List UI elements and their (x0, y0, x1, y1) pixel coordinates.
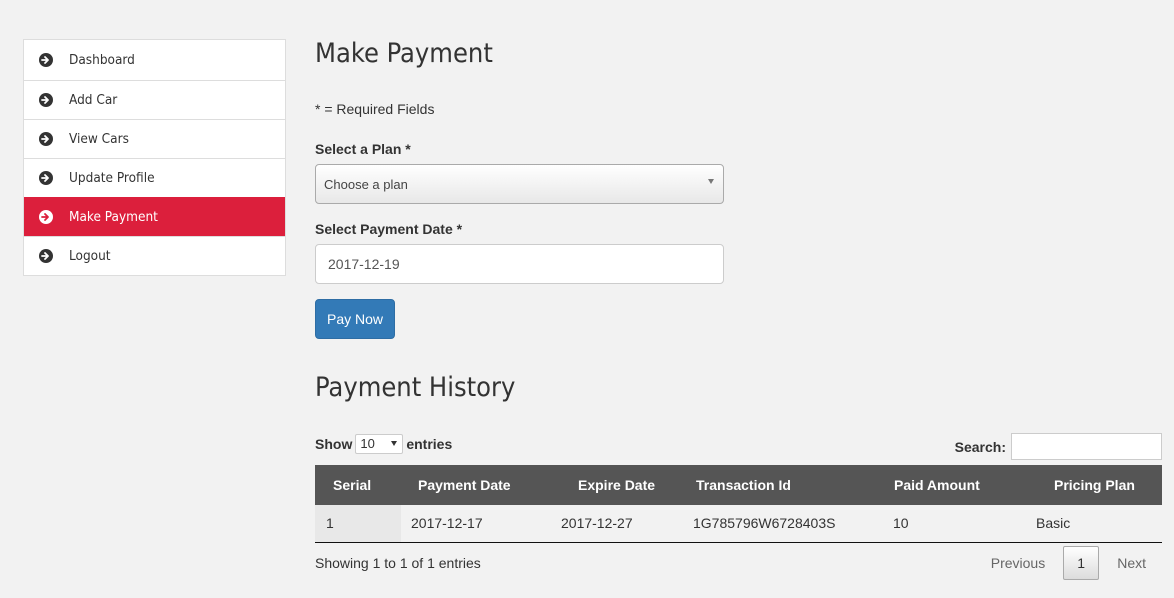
search-input[interactable] (1011, 433, 1162, 460)
table-search: Search: (955, 433, 1162, 460)
column-header-pricing-plan[interactable]: Pricing Plan (1026, 465, 1162, 505)
arrow-circle-right-icon (38, 248, 54, 264)
required-fields-note: * = Required Fields (315, 101, 435, 117)
arrow-circle-right-icon (38, 209, 54, 225)
search-label: Search: (954, 438, 1006, 455)
plan-select-value: Choose a plan (324, 177, 408, 192)
sidebar-item-label: Logout (69, 248, 111, 264)
sidebar-item-label: View Cars (69, 131, 129, 147)
arrow-circle-right-icon (38, 170, 54, 186)
caret-down-icon (391, 441, 398, 446)
table-cell: 2017-12-17 (401, 505, 551, 543)
table-cell: 2017-12-27 (551, 505, 684, 543)
page-1-button[interactable]: 1 (1063, 546, 1100, 580)
table-info: Showing 1 to 1 of 1 entries (315, 555, 481, 571)
entries-length-control: Show 10 entries (315, 434, 452, 454)
column-header-serial[interactable]: Serial (315, 465, 401, 505)
sidebar-nav: Dashboard Add Car View Cars Update Profile M… (23, 39, 286, 276)
page-title: Make Payment (315, 38, 493, 69)
table-header-row: Serial Payment Date Expire Date Transaction… (315, 465, 1162, 505)
payment-date-label: Select Payment Date * (315, 221, 463, 237)
column-header-payment-date[interactable]: Payment Date (401, 465, 551, 505)
sidebar-item-update-profile[interactable]: Update Profile (24, 158, 285, 197)
table-cell: 1 (315, 505, 401, 543)
pay-now-button[interactable]: Pay Now (315, 299, 395, 339)
next-page-button[interactable]: Next (1103, 555, 1160, 571)
payment-history-table: Serial Payment Date Expire Date Transaction… (315, 465, 1162, 543)
sidebar-item-logout[interactable]: Logout (24, 236, 285, 275)
entries-label: entries (406, 436, 453, 452)
sidebar-item-label: Update Profile (69, 170, 155, 186)
show-label: Show (315, 436, 353, 452)
payment-history-title: Payment History (315, 372, 516, 403)
plan-select[interactable]: Choose a plan (315, 164, 724, 204)
sidebar-item-make-payment[interactable]: Make Payment (24, 197, 285, 236)
arrow-circle-right-icon (38, 52, 54, 68)
arrow-circle-right-icon (38, 92, 54, 108)
payment-date-input[interactable] (315, 244, 724, 284)
column-header-transaction-id[interactable]: Transaction Id (684, 465, 883, 505)
sidebar-item-label: Add Car (69, 92, 118, 108)
previous-page-button[interactable]: Previous (977, 555, 1059, 571)
sidebar-item-view-cars[interactable]: View Cars (24, 119, 285, 158)
entries-select[interactable]: 10 (355, 434, 404, 454)
sidebar-item-label: Dashboard (69, 52, 135, 68)
table-cell: 10 (883, 505, 1026, 543)
sidebar-item-add-car[interactable]: Add Car (24, 80, 285, 119)
arrow-circle-right-icon (38, 131, 54, 147)
sidebar-item-label: Make Payment (69, 209, 158, 225)
table-row: 1 2017-12-17 2017-12-27 1G785796W6728403S 10… (315, 505, 1162, 543)
caret-down-icon (708, 179, 714, 184)
entries-select-value: 10 (360, 436, 375, 451)
plan-label: Select a Plan * (315, 141, 411, 157)
pagination: Previous 1 Next (977, 546, 1160, 580)
column-header-paid-amount[interactable]: Paid Amount (883, 465, 1026, 505)
table-cell: 1G785796W6728403S (684, 505, 883, 543)
table-cell: Basic (1026, 505, 1162, 543)
column-header-expire-date[interactable]: Expire Date (551, 465, 684, 505)
sidebar-item-dashboard[interactable]: Dashboard (24, 40, 285, 80)
